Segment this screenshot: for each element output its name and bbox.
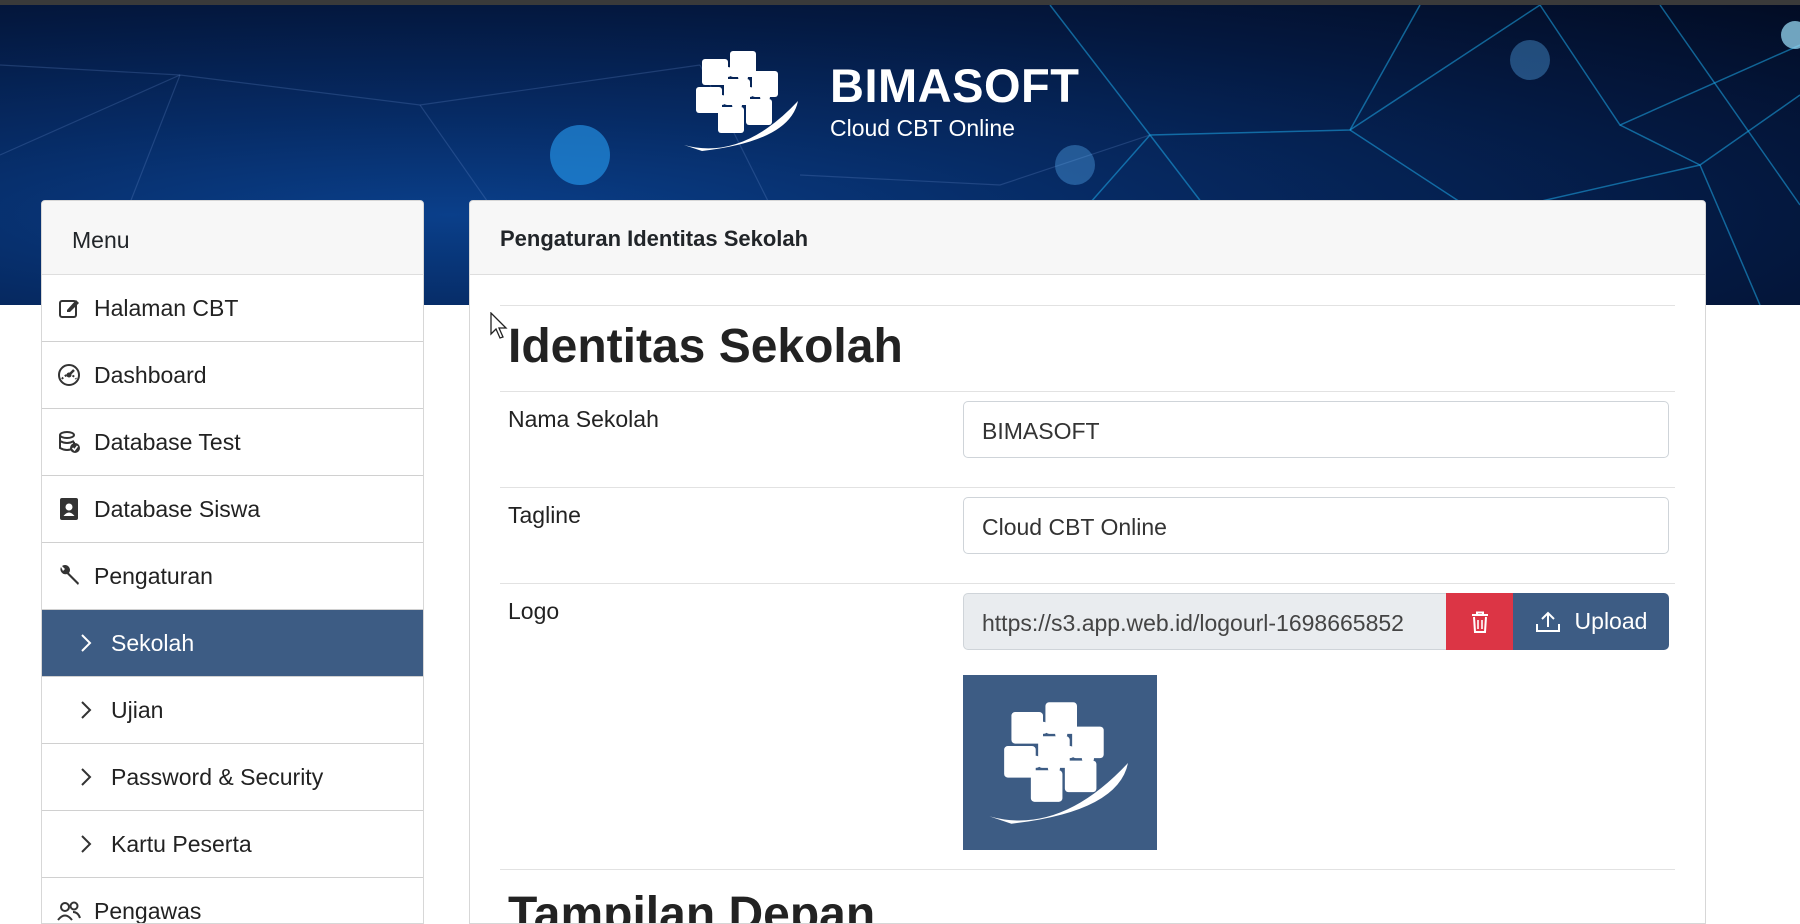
settings-panel: Pengaturan Identitas Sekolah Identitas S… — [469, 200, 1706, 924]
tagline-label: Tagline — [508, 502, 581, 528]
sidebar-item-label: Pengaturan — [94, 562, 213, 589]
sidebar-item-pengawas[interactable]: Pengawas — [42, 878, 423, 924]
mouse-cursor-icon — [490, 312, 508, 339]
sidebar-item-label: Halaman CBT — [94, 294, 239, 321]
section-heading-tampilan: Tampilan Depan — [508, 888, 876, 924]
sidebar-item-database-siswa[interactable]: Database Siswa — [42, 476, 423, 543]
sidebar-item-dashboard[interactable]: Dashboard — [42, 342, 423, 409]
logo-url-input[interactable]: https://s3.app.web.id/logourl-1698665852 — [963, 593, 1446, 650]
brand: BIMASOFT Cloud CBT Online — [672, 41, 1079, 161]
upload-logo-button[interactable]: Upload — [1513, 593, 1669, 650]
chevron-right-icon — [78, 831, 94, 857]
gauge-icon — [56, 362, 82, 388]
sidebar-item-label: Sekolah — [111, 629, 195, 656]
edit-icon — [56, 295, 82, 321]
divider — [500, 391, 1675, 392]
nama-sekolah-label: Nama Sekolah — [508, 406, 659, 432]
sidebar-item-label: Dashboard — [94, 361, 207, 388]
nama-sekolah-input[interactable]: BIMASOFT — [963, 401, 1669, 458]
panel-title: Pengaturan Identitas Sekolah — [470, 201, 1705, 275]
trash-icon — [1471, 611, 1488, 633]
logo-label: Logo — [508, 598, 560, 624]
sidebar-menu: Menu Halaman CBT Dashboard Database Test… — [41, 200, 424, 924]
sidebar-item-halaman-cbt[interactable]: Halaman CBT — [42, 275, 423, 342]
sidebar-item-database-test[interactable]: Database Test — [42, 409, 423, 476]
logo-preview — [963, 675, 1157, 850]
chevron-right-icon — [78, 630, 94, 656]
wrench-icon — [56, 563, 82, 589]
section-heading-identitas: Identitas Sekolah — [508, 320, 903, 373]
upload-icon — [1535, 611, 1560, 632]
sidebar-item-label: Password & Security — [111, 763, 324, 790]
sidebar-item-label: Database Siswa — [94, 495, 261, 522]
divider — [500, 305, 1675, 306]
sidebar-item-pengaturan[interactable]: Pengaturan — [42, 543, 423, 610]
chevron-right-icon — [78, 764, 94, 790]
sidebar-item-sekolah[interactable]: Sekolah — [42, 610, 423, 677]
tagline-input[interactable]: Cloud CBT Online — [963, 497, 1669, 554]
sidebar-item-label: Kartu Peserta — [111, 830, 252, 857]
chevron-right-icon — [78, 697, 94, 723]
brand-name: BIMASOFT — [830, 58, 1080, 112]
puzzle-logo-icon — [684, 51, 798, 151]
delete-logo-button[interactable] — [1446, 593, 1513, 650]
database-check-icon — [56, 429, 82, 455]
divider — [500, 869, 1675, 870]
sidebar-item-label: Ujian — [111, 696, 164, 723]
divider — [500, 583, 1675, 584]
sidebar-title: Menu — [42, 201, 423, 275]
sidebar-item-kartu-peserta[interactable]: Kartu Peserta — [42, 811, 423, 878]
sidebar-item-password-security[interactable]: Password & Security — [42, 744, 423, 811]
divider — [500, 487, 1675, 488]
users-icon — [56, 898, 82, 923]
sidebar-item-label: Pengawas — [94, 897, 202, 924]
id-badge-icon — [56, 496, 82, 522]
brand-tagline: Cloud CBT Online — [830, 114, 1015, 141]
upload-label: Upload — [1574, 608, 1648, 634]
sidebar-item-label: Database Test — [94, 428, 241, 455]
puzzle-logo-icon — [989, 701, 1128, 824]
sidebar-item-ujian[interactable]: Ujian — [42, 677, 423, 744]
